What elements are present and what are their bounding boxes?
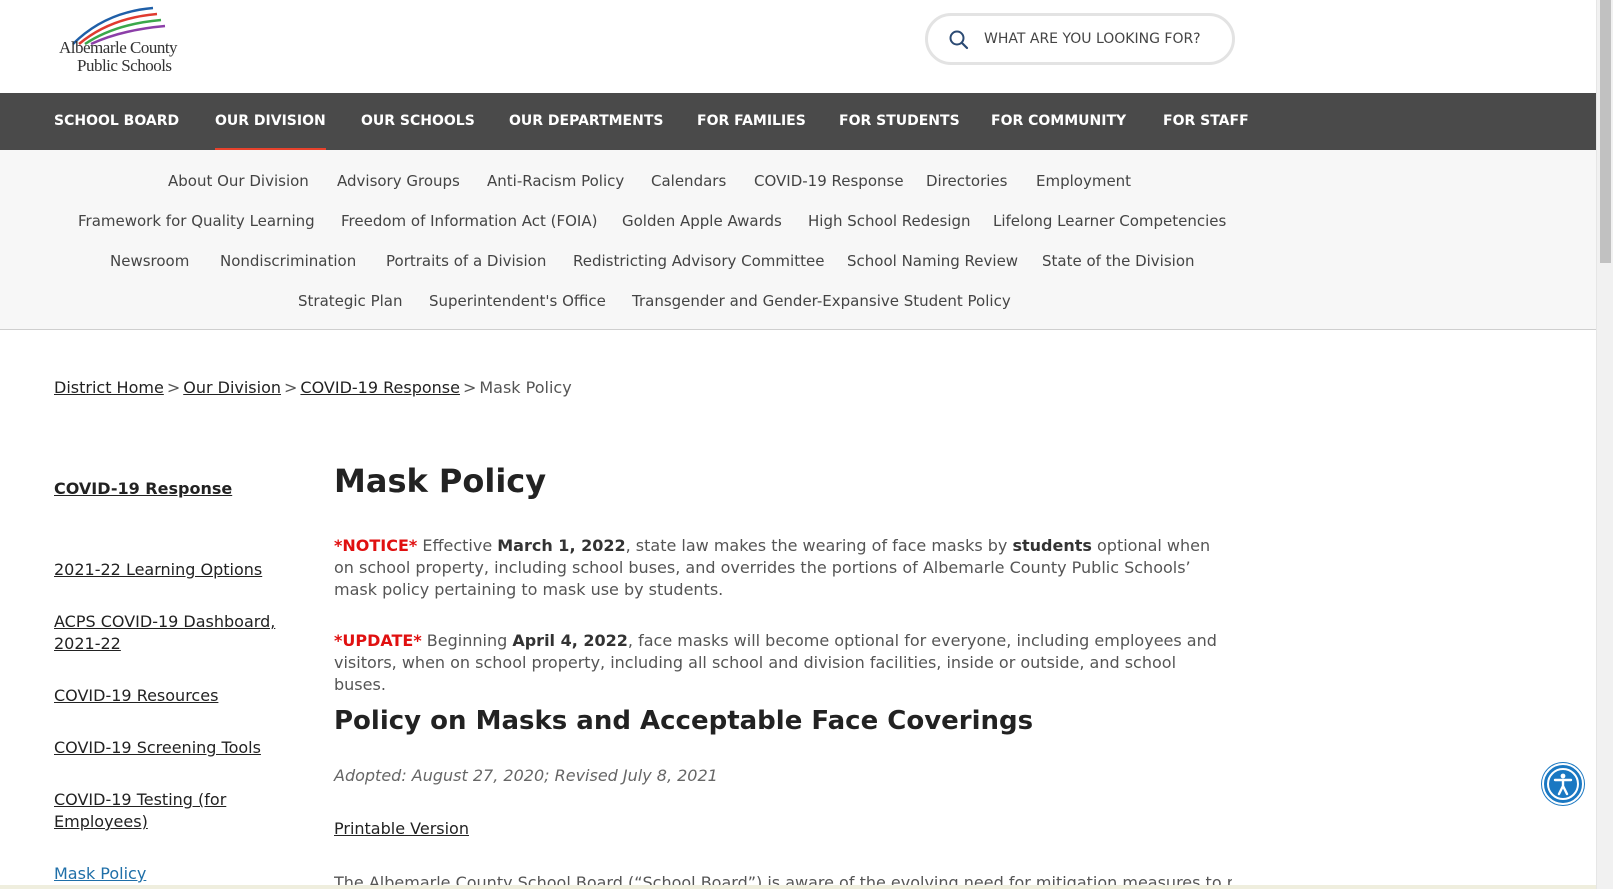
division-subnav: About Our Division Advisory Groups Anti-… <box>0 150 1596 330</box>
accessibility-person-icon <box>1547 768 1579 800</box>
printable-row: Printable Version <box>334 818 1232 840</box>
subnav-advisory-groups[interactable]: Advisory Groups <box>337 172 460 190</box>
notice-students: students <box>1012 536 1092 555</box>
subnav-calendars[interactable]: Calendars <box>651 172 726 190</box>
nav-our-departments[interactable]: OUR DEPARTMENTS <box>509 93 663 150</box>
sidenav-covid-testing[interactable]: COVID-19 Testing (for Employees) <box>54 789 264 833</box>
subnav-framework-quality-learning[interactable]: Framework for Quality Learning <box>78 212 315 230</box>
page-scrollbar[interactable] <box>1596 0 1613 889</box>
notice-tag: *NOTICE* <box>334 536 418 555</box>
logo-line-1: Albemarle County <box>59 38 178 57</box>
sidenav-learning-options[interactable]: 2021-22 Learning Options <box>54 559 264 581</box>
subnav-golden-apple-awards[interactable]: Golden Apple Awards <box>622 212 782 230</box>
search-box[interactable] <box>925 13 1235 65</box>
subnav-employment[interactable]: Employment <box>1036 172 1131 190</box>
subnav-newsroom[interactable]: Newsroom <box>110 252 189 270</box>
sidenav-mask-policy[interactable]: Mask Policy <box>54 863 146 885</box>
district-logo[interactable]: Albemarle County Public Schools <box>55 4 195 76</box>
adopted-date: Adopted: August 27, 2020; Revised July 8… <box>334 766 718 785</box>
subnav-lifelong-learner-competencies[interactable]: Lifelong Learner Competencies <box>993 212 1226 230</box>
subnav-redistricting-advisory-committee[interactable]: Redistricting Advisory Committee <box>573 252 824 270</box>
notice-text: Effective <box>417 536 498 555</box>
subnav-state-of-the-division[interactable]: State of the Division <box>1042 252 1195 270</box>
bottom-edge <box>0 885 1596 889</box>
breadcrumb-district-home[interactable]: District Home <box>54 378 164 397</box>
policy-heading: Policy on Masks and Acceptable Face Cove… <box>334 706 1034 736</box>
scrollbar-thumb[interactable] <box>1600 0 1611 263</box>
breadcrumb: District Home > Our Division > COVID-19 Resp… <box>54 378 572 397</box>
subnav-high-school-redesign[interactable]: High School Redesign <box>808 212 971 230</box>
search-icon[interactable] <box>948 29 970 51</box>
site-header: Albemarle County Public Schools <box>0 0 1596 93</box>
subnav-directories[interactable]: Directories <box>926 172 1007 190</box>
breadcrumb-separator: > <box>284 378 298 397</box>
breadcrumb-current: Mask Policy <box>479 378 572 397</box>
breadcrumb-separator: > <box>166 378 181 397</box>
update-text: Beginning <box>421 631 513 650</box>
notice-date: March 1, 2022 <box>497 536 626 555</box>
sidenav-covid-screening-tools[interactable]: COVID-19 Screening Tools <box>54 737 279 759</box>
page-title: Mask Policy <box>334 462 547 500</box>
breadcrumb-our-division[interactable]: Our Division <box>183 378 281 397</box>
nav-for-families[interactable]: FOR FAMILIES <box>697 93 806 150</box>
printable-version-link[interactable]: Printable Version <box>334 819 469 838</box>
search-input[interactable] <box>984 26 1219 52</box>
sidenav-heading[interactable]: COVID-19 Response <box>54 478 232 500</box>
subnav-portraits-of-a-division[interactable]: Portraits of a Division <box>386 252 546 270</box>
sidenav-covid-resources[interactable]: COVID-19 Resources <box>54 685 264 707</box>
notice-paragraph: *NOTICE* Effective March 1, 2022, state … <box>334 535 1232 601</box>
subnav-strategic-plan[interactable]: Strategic Plan <box>298 292 403 310</box>
breadcrumb-covid-19-response[interactable]: COVID-19 Response <box>300 378 460 397</box>
subnav-school-naming-review[interactable]: School Naming Review <box>847 252 1018 270</box>
subnav-anti-racism-policy[interactable]: Anti-Racism Policy <box>487 172 624 190</box>
nav-for-staff[interactable]: FOR STAFF <box>1163 93 1249 150</box>
breadcrumb-separator: > <box>462 378 477 397</box>
notice-text: , state law makes the wearing of face ma… <box>625 536 1013 555</box>
logo-line-2: Public Schools <box>77 56 172 75</box>
sidenav-covid-dashboard[interactable]: ACPS COVID-19 Dashboard, 2021-22 <box>54 611 279 655</box>
subnav-about-our-division[interactable]: About Our Division <box>168 172 309 190</box>
nav-for-students[interactable]: FOR STUDENTS <box>839 93 960 150</box>
nav-for-community[interactable]: FOR COMMUNITY <box>991 93 1126 150</box>
subnav-nondiscrimination[interactable]: Nondiscrimination <box>220 252 356 270</box>
main-navigation: SCHOOL BOARD OUR DIVISION OUR SCHOOLS OU… <box>0 93 1596 152</box>
update-paragraph: *UPDATE* Beginning April 4, 2022, face m… <box>334 630 1232 696</box>
update-tag: *UPDATE* <box>334 631 422 650</box>
subnav-covid-19-response[interactable]: COVID-19 Response <box>754 172 904 190</box>
subnav-superintendents-office[interactable]: Superintendent's Office <box>429 292 606 310</box>
nav-school-board[interactable]: SCHOOL BOARD <box>54 93 179 150</box>
subnav-foia[interactable]: Freedom of Information Act (FOIA) <box>341 212 597 230</box>
accessibility-button[interactable] <box>1542 763 1584 805</box>
nav-our-division[interactable]: OUR DIVISION <box>215 93 326 152</box>
update-date: April 4, 2022 <box>512 631 628 650</box>
nav-our-schools[interactable]: OUR SCHOOLS <box>361 93 475 150</box>
subnav-transgender-student-policy[interactable]: Transgender and Gender-Expansive Student… <box>632 292 1011 310</box>
